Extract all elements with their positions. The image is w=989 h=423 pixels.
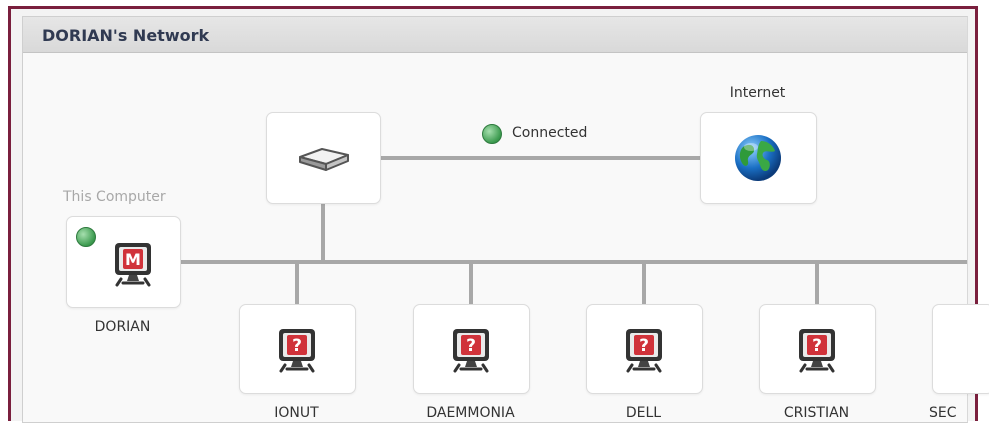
globe-icon <box>735 135 781 181</box>
mcafee-monitor-icon <box>111 239 155 287</box>
device-name: CRISTIAN <box>783 405 850 421</box>
device-name: DAEMMONIA <box>426 405 515 421</box>
device-node[interactable] <box>932 304 989 394</box>
device-drop-line <box>295 262 299 304</box>
this-computer-check-icon <box>76 227 96 247</box>
device-name: IONUT <box>274 405 319 421</box>
this-computer-caption: This Computer <box>63 189 166 205</box>
unknown-computer-icon <box>449 325 493 373</box>
unknown-computer-icon <box>275 325 319 373</box>
device-drop-line <box>815 262 819 304</box>
device-name: DELL <box>625 405 662 421</box>
device-drop-line <box>642 262 646 304</box>
router-internet-link <box>381 156 703 160</box>
unknown-computer-icon <box>795 325 839 373</box>
device-node[interactable] <box>759 304 876 394</box>
connected-check-icon <box>482 124 502 144</box>
this-computer-name: DORIAN <box>94 319 151 335</box>
internet-node[interactable] <box>700 112 817 204</box>
device-node[interactable] <box>239 304 356 394</box>
router-drop-line <box>321 202 325 264</box>
device-drop-line <box>469 262 473 304</box>
connection-status: Connected <box>512 125 588 141</box>
panel-title: DORIAN's Network <box>42 26 210 45</box>
network-map-panel: DORIAN's Network Connected Internet This… <box>22 16 989 423</box>
router-icon <box>299 148 349 171</box>
device-node[interactable] <box>413 304 530 394</box>
device-name: SEC <box>929 405 957 421</box>
router-node[interactable] <box>266 112 381 204</box>
unknown-computer-icon <box>622 325 666 373</box>
internet-label: Internet <box>729 85 786 101</box>
device-node[interactable] <box>586 304 703 394</box>
panel-header: DORIAN's Network <box>23 17 967 53</box>
